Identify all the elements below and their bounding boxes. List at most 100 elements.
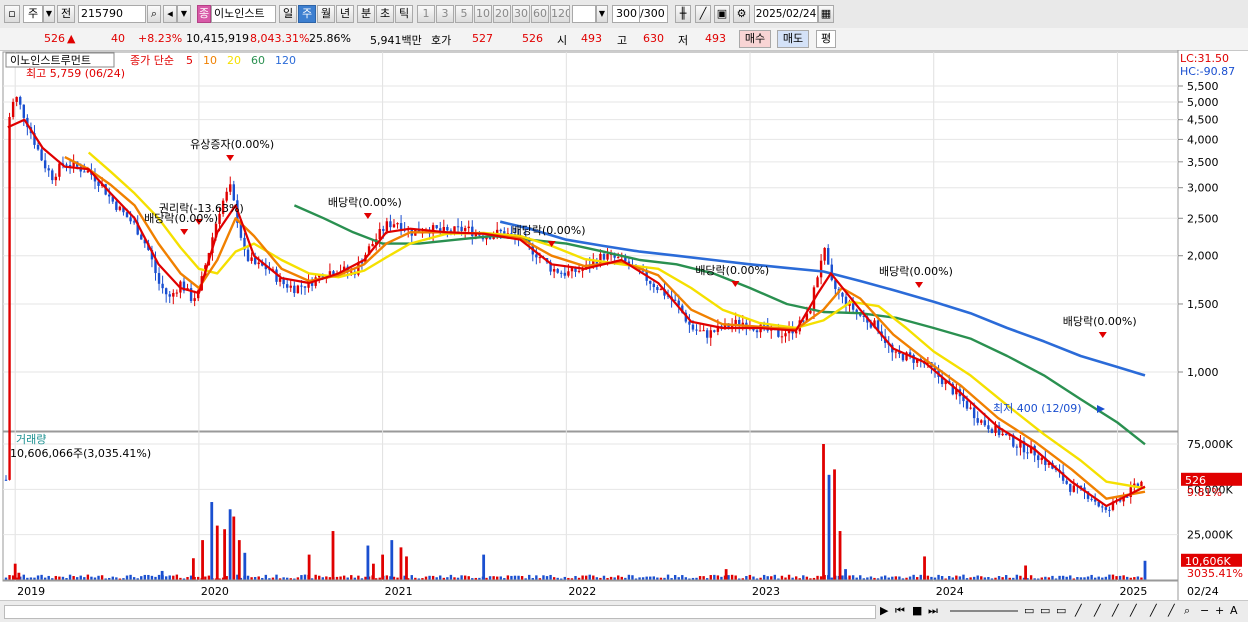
minute-120[interactable]: 120 [550, 5, 570, 23]
layout-1-icon[interactable]: ▭ [1024, 604, 1034, 617]
stop-icon[interactable]: ■ [912, 604, 922, 617]
buy-button[interactable]: 매수 [739, 30, 771, 48]
candle-body [399, 223, 403, 230]
scroll-last-icon[interactable]: ⏭ [928, 604, 938, 618]
volume-bar [1122, 575, 1125, 580]
volume-spike-bar [215, 525, 219, 580]
layout-2-icon[interactable]: ▭ [1040, 604, 1050, 617]
candle-body [161, 283, 164, 289]
count-input[interactable]: 300 [612, 5, 640, 23]
search-icon[interactable]: ⌕ [147, 5, 161, 23]
layout-3-icon[interactable]: ▭ [1056, 604, 1066, 617]
scroll-right-icon[interactable]: ▶ [880, 604, 888, 617]
price-top-label: LC:31.50 [1180, 52, 1229, 65]
y-tick-label: 1,000 [1187, 366, 1219, 379]
x-tick-label: 2024 [936, 585, 964, 598]
zoom-in-icon[interactable]: + [1215, 604, 1224, 617]
candle-body [1140, 481, 1143, 487]
sound-dropdown-icon[interactable]: ▼ [177, 5, 191, 23]
minute-20[interactable]: 20 [493, 5, 511, 23]
period-day[interactable]: 일 [279, 5, 297, 23]
prev-button[interactable]: 전 [57, 5, 75, 23]
sell-button[interactable]: 매도 [777, 30, 809, 48]
x-tick-label: 2022 [568, 585, 596, 598]
scroll-first-icon[interactable]: ⏮ [895, 604, 905, 618]
save-icon[interactable]: ▣ [714, 5, 730, 23]
period-week[interactable]: 주 [298, 5, 316, 23]
candle-body [193, 298, 196, 302]
volume-bar [787, 574, 791, 580]
candle-body [293, 285, 296, 294]
volume-value: 10,415,919 [186, 32, 249, 45]
price-panel [2, 51, 1179, 432]
draw-line3-icon[interactable]: ╱ [1112, 604, 1119, 617]
draw-line2-icon[interactable]: ╱ [1094, 604, 1101, 617]
volume-spike-bar [223, 529, 227, 580]
volume-bar [1061, 575, 1065, 580]
draw-line-icon[interactable]: ╱ [1075, 604, 1082, 617]
candle-body [446, 227, 449, 231]
volume-bar [431, 575, 435, 580]
candle-icon[interactable]: ╫ [675, 5, 691, 23]
draw-line5-icon[interactable]: ╱ [1150, 604, 1157, 617]
volume-bar [1029, 575, 1033, 580]
minute-1[interactable]: 1 [417, 5, 435, 23]
minute-30[interactable]: 30 [512, 5, 530, 23]
auto-scale-icon[interactable]: A [1230, 604, 1238, 617]
stock-name[interactable]: 이노인스트 [211, 5, 276, 23]
draw-line6-icon[interactable]: ╱ [1168, 604, 1175, 617]
period-second[interactable]: 초 [376, 5, 394, 23]
interval-input[interactable] [572, 5, 596, 23]
minute-10[interactable]: 10 [474, 5, 492, 23]
candle-body [1015, 446, 1019, 448]
date-input[interactable]: 2025/02/24 [754, 5, 818, 23]
sound-icon[interactable]: ◂ [163, 5, 177, 23]
volume-bar [752, 576, 755, 580]
zoom-search-icon[interactable]: ⌕ [1184, 604, 1190, 618]
turnover-rate: 25.86% [309, 32, 351, 45]
volume-bar [325, 576, 328, 580]
volume-bar [940, 576, 944, 580]
chart-scrollbar[interactable] [4, 605, 876, 619]
zoom-slider[interactable] [950, 610, 1018, 612]
zoom-out-icon[interactable]: − [1200, 604, 1209, 617]
candle-body [1040, 457, 1043, 461]
draw-tool-icon[interactable]: ╱ [695, 5, 711, 23]
code-input[interactable]: 215790 [78, 5, 146, 23]
volume-bar [574, 575, 577, 580]
period-year[interactable]: 년 [336, 5, 354, 23]
volume-bar [8, 575, 11, 580]
draw-line4-icon[interactable]: ╱ [1130, 604, 1137, 617]
volume-bar [428, 575, 431, 580]
period-tick[interactable]: 틱 [395, 5, 413, 23]
volume-bar [140, 576, 143, 580]
volume-bar [745, 576, 748, 580]
y-tick-label: 4,000 [1187, 133, 1219, 146]
layout-icon[interactable]: ▫ [4, 5, 20, 23]
ask-price: 527 [472, 32, 493, 45]
volume-bar [802, 575, 805, 580]
eval-button[interactable]: 평 [816, 30, 836, 48]
bid-price: 526 [522, 32, 543, 45]
minute-5[interactable]: 5 [455, 5, 473, 23]
candle-body [11, 101, 15, 118]
volume-bar [762, 574, 766, 580]
candle-body [164, 288, 168, 295]
volume-spike-bar [724, 569, 728, 580]
minute-60[interactable]: 60 [531, 5, 549, 23]
market-dropdown-icon[interactable]: ▼ [43, 5, 55, 23]
stock-chart[interactable]: 2019 2020 2021 2022 2023 2024 2025 02/24 5,500 5,… [0, 50, 1248, 600]
settings-gear-icon[interactable]: ⚙ [733, 5, 750, 23]
candle-body [1090, 498, 1093, 500]
volume-spike-bar [822, 444, 825, 580]
volume-bar [204, 576, 207, 580]
calendar-icon[interactable]: ▦ [818, 5, 834, 23]
market-select[interactable]: 주 [23, 5, 43, 23]
minute-3[interactable]: 3 [436, 5, 454, 23]
event-label: 배당락(0.00%) [328, 196, 402, 209]
volume-bar [912, 574, 915, 580]
period-month[interactable]: 월 [317, 5, 335, 23]
period-minute[interactable]: 분 [357, 5, 375, 23]
interval-dropdown-icon[interactable]: ▼ [596, 5, 608, 23]
candle-body [784, 333, 787, 337]
